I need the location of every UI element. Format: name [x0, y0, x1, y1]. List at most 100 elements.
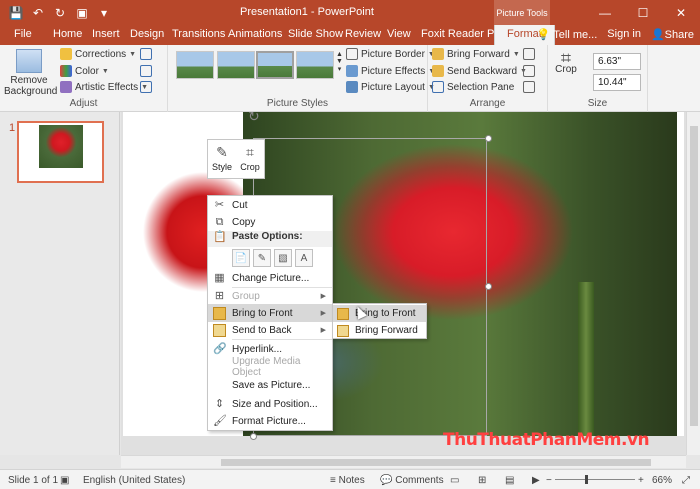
zoom-out-icon[interactable]: −: [546, 475, 552, 486]
picture-layout-button[interactable]: Picture Layout ▼: [346, 81, 435, 93]
undo-icon[interactable]: ↶: [28, 4, 48, 21]
zoom-slider-knob[interactable]: [585, 475, 588, 484]
restore-button[interactable]: ☐: [624, 0, 662, 25]
notes-button[interactable]: ≡ Notes: [330, 475, 365, 486]
selection-pane-label: Selection Pane: [447, 81, 515, 93]
tab-file[interactable]: File: [14, 28, 32, 40]
align-button[interactable]: [523, 48, 535, 60]
height-field[interactable]: 6.63": [593, 53, 641, 70]
chevron-down-icon: ▼: [101, 67, 109, 75]
tab-design[interactable]: Design: [130, 28, 164, 40]
horizontal-scrollbar[interactable]: [121, 455, 686, 468]
width-field[interactable]: 10.44": [593, 74, 641, 91]
menu-item-send-to-back[interactable]: Send to Back ▶: [208, 321, 332, 339]
zoom-in-icon[interactable]: +: [638, 475, 644, 486]
slideshow-icon[interactable]: ▶: [532, 475, 540, 486]
present-icon[interactable]: ▣: [72, 4, 92, 21]
thumbnail-image: [39, 125, 83, 168]
tab-review[interactable]: Review: [345, 28, 381, 40]
slide-sorter-icon[interactable]: ⊞: [478, 475, 486, 486]
submenu-item-bring-forward[interactable]: Bring Forward: [333, 322, 426, 339]
crop-button[interactable]: ⌗ Crop: [552, 49, 580, 75]
resize-handle[interactable]: [485, 135, 492, 142]
tab-animations[interactable]: Animations: [228, 28, 282, 40]
submenu-item-bring-to-front[interactable]: Bring to Front: [333, 305, 426, 322]
bring-forward-icon: [432, 48, 444, 60]
language-indicator[interactable]: English (United States): [83, 475, 185, 486]
picture-style-thumb[interactable]: [176, 51, 214, 79]
picture-effects-button[interactable]: Picture Effects▼: [346, 65, 435, 77]
link-icon: 🔗: [213, 342, 227, 355]
paste-keep-source-icon[interactable]: 📄: [232, 249, 250, 267]
group-button[interactable]: [523, 65, 535, 77]
paste-picture-icon[interactable]: ▧: [274, 249, 292, 267]
ribbon-right-actions: 💡 Tell me... Sign in 👤Share: [537, 28, 694, 41]
tab-view[interactable]: View: [387, 28, 411, 40]
proofing-icon[interactable]: ▣: [60, 475, 69, 486]
corrections-button[interactable]: Corrections ▼: [60, 48, 136, 60]
menu-item-label: Bring to Front: [232, 307, 293, 319]
menu-item-label: Group: [232, 290, 260, 302]
save-icon[interactable]: 💾: [6, 4, 26, 21]
paste-text-only-icon[interactable]: A: [295, 249, 313, 267]
selection-pane-button[interactable]: Selection Pane: [432, 81, 514, 93]
share-button[interactable]: 👤Share: [651, 28, 694, 41]
adjust-group: Remove Background Corrections ▼ Color ▼ Ar…: [0, 45, 168, 112]
resize-handle[interactable]: [250, 433, 257, 440]
mini-crop-button[interactable]: ⌗ Crop: [236, 140, 264, 178]
change-picture-button[interactable]: [140, 65, 152, 77]
bring-forward-button[interactable]: Bring Forward ▼: [432, 48, 520, 60]
tell-me-button[interactable]: 💡 Tell me...: [537, 28, 598, 41]
zoom-level[interactable]: 66%: [652, 475, 672, 486]
comments-button[interactable]: 💬 Comments: [380, 475, 444, 486]
zoom-slider[interactable]: [555, 475, 635, 484]
picture-style-thumb[interactable]: [256, 51, 294, 79]
minimize-button[interactable]: —: [586, 0, 624, 25]
remove-background-button[interactable]: Remove Background: [4, 49, 57, 97]
menu-item-format-picture[interactable]: 🖌 Format Picture...: [208, 412, 332, 430]
paste-destination-icon[interactable]: ✎: [253, 249, 271, 267]
rotate-handle-icon[interactable]: ↻: [248, 112, 260, 125]
tab-slideshow[interactable]: Slide Show: [288, 28, 343, 40]
normal-view-icon[interactable]: ▭: [450, 475, 459, 486]
picture-border-button[interactable]: Picture Border▼: [346, 48, 435, 60]
menu-item-change-picture[interactable]: ▦ Change Picture...: [208, 269, 332, 287]
chevron-right-icon: ▶: [320, 310, 326, 317]
status-bar: Slide 1 of 1 ▣ English (United States) ≡…: [0, 469, 700, 489]
menu-item-bring-to-front[interactable]: Bring to Front ▶: [208, 304, 332, 322]
close-button[interactable]: ✕: [662, 0, 700, 25]
color-label: Color: [75, 65, 99, 77]
send-backward-button[interactable]: Send Backward ▼: [432, 65, 527, 77]
reading-view-icon[interactable]: ▤: [505, 475, 514, 486]
reset-picture-button[interactable]: [140, 81, 152, 93]
scroll-thumb[interactable]: [690, 126, 698, 426]
compress-pictures-button[interactable]: [140, 48, 152, 60]
fit-to-window-icon[interactable]: ⤢: [682, 475, 690, 486]
arrange-group-label: Arrange: [469, 98, 506, 109]
tab-transitions[interactable]: Transitions: [172, 28, 225, 40]
tab-home[interactable]: Home: [53, 28, 82, 40]
corrections-label: Corrections: [75, 48, 127, 60]
picture-style-thumb[interactable]: [217, 51, 255, 79]
menu-item-size-position[interactable]: ⇕ Size and Position...: [208, 395, 332, 413]
rotate-button[interactable]: [523, 81, 535, 93]
redo-icon[interactable]: ↻: [50, 4, 70, 21]
styles-gallery-scroll[interactable]: ▲ ▼ ▾: [336, 51, 343, 73]
picture-effects-icon: [346, 65, 358, 77]
slide-thumbnail[interactable]: [17, 121, 104, 183]
sign-in-link[interactable]: Sign in: [607, 28, 641, 41]
resize-handle[interactable]: [485, 283, 492, 290]
scissors-icon: ✂: [214, 198, 225, 211]
menu-item-save-as-picture[interactable]: Save as Picture...: [208, 376, 332, 394]
mini-style-button[interactable]: ✎ Style: [208, 140, 236, 178]
customize-qat-icon[interactable]: ▾: [94, 4, 114, 21]
picture-style-thumb[interactable]: [296, 51, 334, 79]
menu-item-cut[interactable]: ✂ Cut: [208, 196, 332, 214]
artistic-effects-button[interactable]: Artistic Effects ▼: [60, 81, 148, 93]
tab-insert[interactable]: Insert: [92, 28, 120, 40]
chevron-up-icon: ▲: [336, 51, 343, 58]
scroll-thumb[interactable]: [221, 459, 651, 466]
vertical-scrollbar[interactable]: [686, 112, 700, 455]
color-button[interactable]: Color ▼: [60, 65, 109, 77]
menu-item-copy[interactable]: ⧉ Copy: [208, 213, 332, 231]
